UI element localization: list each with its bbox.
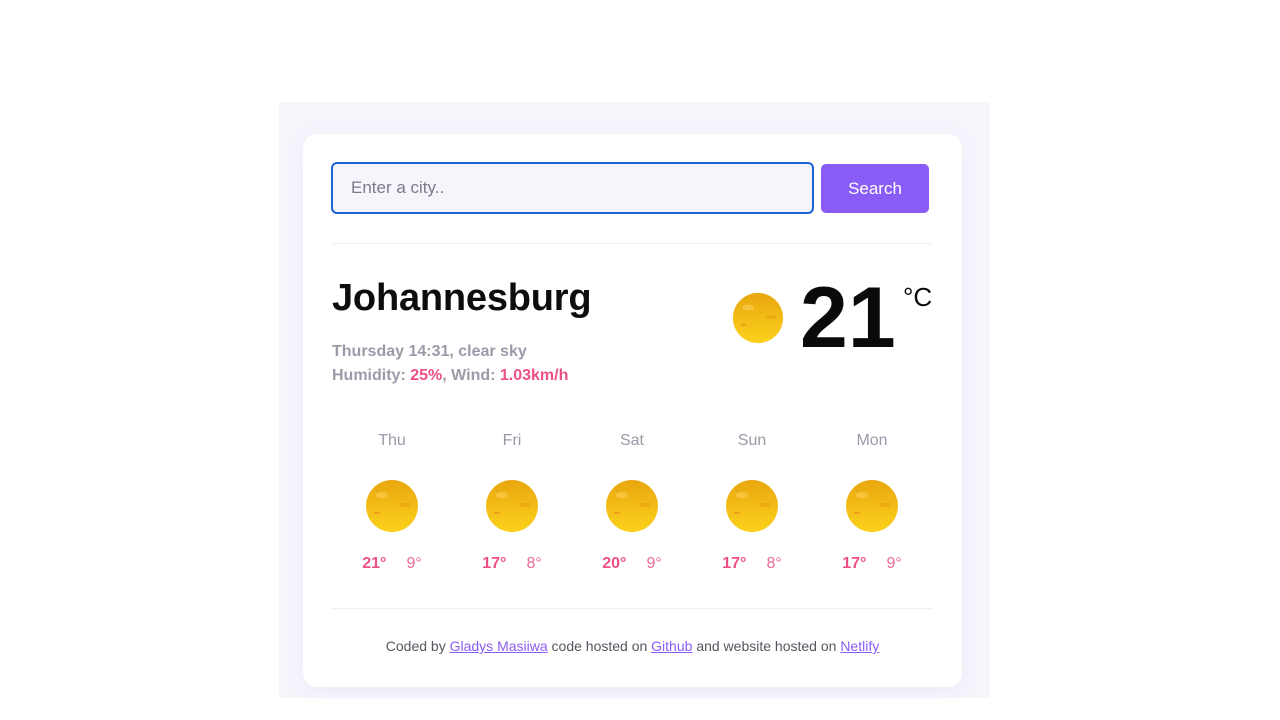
forecast-max-temp: 20°	[602, 555, 627, 572]
sun-icon	[486, 480, 538, 532]
forecast-day: Thu 21° 9°	[332, 432, 452, 573]
date-description-line: Thursday 14:31, clear sky	[332, 343, 527, 360]
forecast-temps: 17° 8°	[722, 555, 782, 573]
forecast-min-temp: 8°	[526, 555, 542, 572]
humidity-label: Humidity:	[332, 367, 406, 384]
forecast-temps: 20° 9°	[602, 555, 662, 573]
search-form: Search	[331, 162, 929, 214]
divider	[332, 243, 932, 244]
current-temperature: 21	[800, 270, 896, 366]
forecast-max-temp: 17°	[482, 555, 507, 572]
forecast-max-temp: 21°	[362, 555, 387, 572]
forecast-day-name: Fri	[502, 432, 522, 449]
sun-icon	[366, 480, 418, 532]
weather-card: Search Johannesburg Thursday 14:31, clea…	[303, 134, 962, 687]
humidity-value: 25%	[410, 367, 443, 384]
forecast-day-name: Mon	[856, 432, 888, 449]
search-button[interactable]: Search	[821, 164, 929, 213]
datetime: Thursday 14:31	[332, 343, 450, 360]
forecast: Thu 21° 9° Fri 17° 8° Sat 20° 9° Sun 17°…	[332, 432, 932, 573]
forecast-max-temp: 17°	[722, 555, 747, 572]
forecast-min-temp: 8°	[766, 555, 782, 572]
forecast-temps: 17° 9°	[842, 555, 902, 573]
forecast-day-name: Sat	[619, 432, 644, 449]
footer-suffix: and website hosted on	[696, 638, 837, 654]
author-link[interactable]: Gladys Masiiwa	[450, 638, 548, 654]
forecast-day-name: Sun	[737, 432, 767, 449]
wind-value: 1.03km/h	[499, 367, 569, 384]
footer: Coded by Gladys Masiiwa code hosted on G…	[303, 638, 962, 654]
forecast-min-temp: 9°	[886, 555, 902, 572]
forecast-min-temp: 9°	[406, 555, 422, 572]
weather-details: Thursday 14:31, clear sky Humidity: 25%,…	[332, 340, 568, 388]
sun-icon	[846, 480, 898, 532]
forecast-temps: 21° 9°	[362, 555, 422, 573]
weather-description: clear sky	[458, 343, 527, 360]
forecast-min-temp: 9°	[646, 555, 662, 572]
forecast-day: Sun 17° 8°	[692, 432, 812, 573]
footer-middle: code hosted on	[551, 638, 648, 654]
sun-icon	[726, 480, 778, 532]
github-link[interactable]: Github	[651, 638, 692, 654]
forecast-temps: 17° 8°	[482, 555, 542, 573]
city-search-input[interactable]	[331, 162, 814, 214]
sun-icon	[732, 292, 784, 344]
forecast-day: Mon 17° 9°	[812, 432, 932, 573]
footer-prefix: Coded by	[385, 638, 446, 654]
temperature-unit: °C	[903, 282, 933, 312]
wind-label: Wind:	[451, 367, 496, 384]
forecast-max-temp: 17°	[842, 555, 867, 572]
forecast-day: Sat 20° 9°	[572, 432, 692, 573]
forecast-day-name: Thu	[378, 432, 406, 449]
sun-icon	[606, 480, 658, 532]
city-name: Johannesburg	[332, 277, 592, 319]
netlify-link[interactable]: Netlify	[840, 638, 879, 654]
humidity-wind-line: Humidity: 25%, Wind: 1.03km/h	[332, 367, 569, 384]
forecast-day: Fri 17° 8°	[452, 432, 572, 573]
divider	[332, 608, 932, 609]
